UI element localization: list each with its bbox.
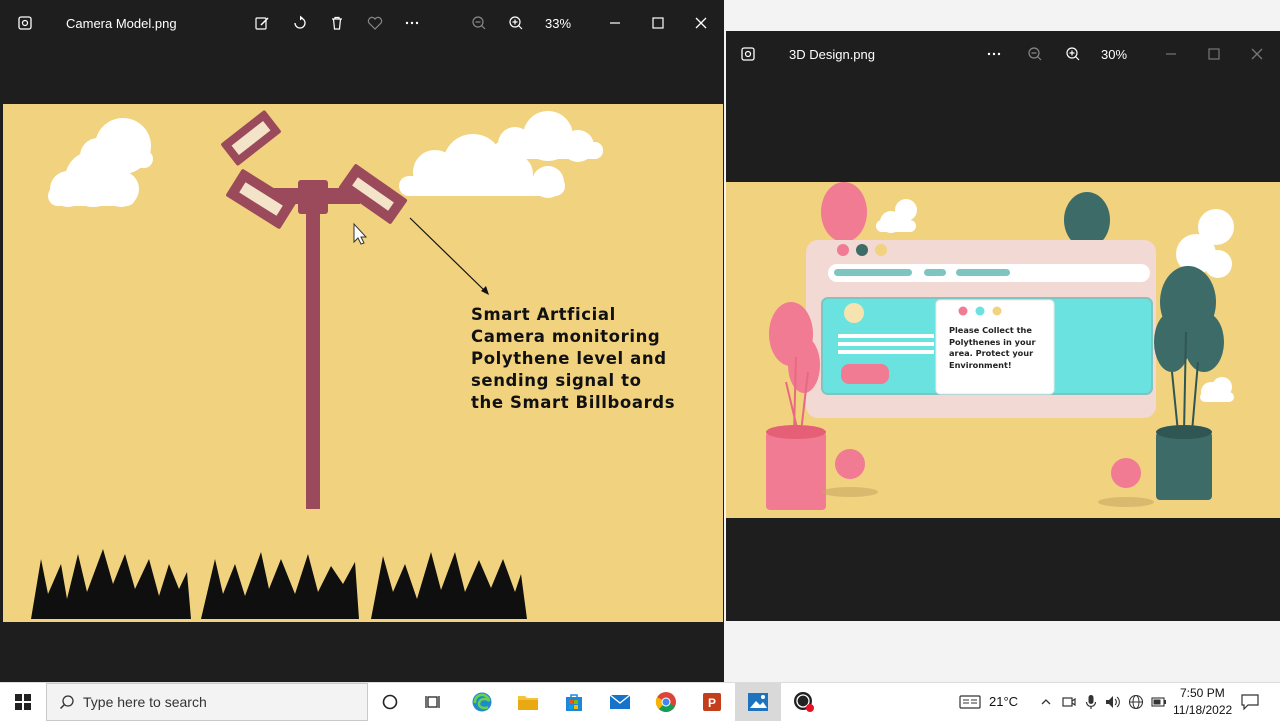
zoom-in-icon[interactable]: [501, 8, 531, 38]
chrome-icon[interactable]: [643, 683, 689, 721]
task-view-icon[interactable]: [411, 683, 457, 721]
caption-line: Smart Artficial: [471, 305, 616, 324]
taskbar: Type here to search P 21°C 7:50 PM 11/18…: [0, 682, 1280, 721]
photos-app-icon: [733, 39, 763, 69]
start-windows-icon[interactable]: [0, 683, 46, 721]
microphone-icon[interactable]: [1080, 683, 1102, 721]
maximize-icon[interactable]: [1199, 39, 1229, 69]
photos-app-icon: [10, 8, 40, 38]
photos-taskbar-icon[interactable]: [735, 683, 781, 721]
file-explorer-icon[interactable]: [505, 683, 551, 721]
title-bar: 3D Design.png 30%: [726, 31, 1280, 77]
search-box[interactable]: Type here to search: [46, 683, 368, 721]
meet-now-icon[interactable]: [1058, 683, 1080, 721]
cortana-icon[interactable]: [367, 683, 413, 721]
battery-icon[interactable]: [1148, 683, 1170, 721]
popup-line: Environment!: [949, 359, 1012, 370]
photos-window-3d-design: 3D Design.png 30% Please Collect the Pol…: [726, 31, 1280, 621]
minimize-icon[interactable]: [600, 8, 630, 38]
rotate-icon[interactable]: [285, 8, 315, 38]
zoom-in-icon[interactable]: [1058, 39, 1088, 69]
microsoft-store-icon[interactable]: [551, 683, 597, 721]
image-caption: Smart Artficial Camera monitoring Polyth…: [471, 304, 711, 414]
weather-temp[interactable]: 21°C: [989, 694, 1018, 709]
zoom-level: 33%: [545, 16, 572, 31]
search-icon: [59, 695, 74, 710]
popup-message: Please Collect the Polythenes in your ar…: [949, 325, 1049, 371]
zoom-level: 30%: [1101, 47, 1128, 62]
volume-icon[interactable]: [1102, 683, 1124, 721]
maximize-icon[interactable]: [643, 8, 673, 38]
title-bar: Camera Model.png 33%: [0, 0, 724, 46]
photos-window-camera: Camera Model.png 33% Smart Artficial Cam…: [0, 0, 724, 682]
popup-line: Please Collect the: [949, 325, 1032, 335]
obs-recorder-icon[interactable]: [781, 683, 827, 721]
clock-time[interactable]: 7:50 PM: [1180, 686, 1225, 700]
edge-browser-icon[interactable]: [459, 683, 505, 721]
caption-line: sending signal to: [471, 371, 642, 390]
close-icon[interactable]: [1242, 39, 1272, 69]
search-placeholder: Type here to search: [83, 694, 207, 710]
window-title: 3D Design.png: [789, 47, 875, 62]
notification-icon[interactable]: [1234, 683, 1266, 721]
zoom-out-icon[interactable]: [464, 8, 494, 38]
minimize-icon[interactable]: [1156, 39, 1186, 69]
caption-line: Camera monitoring: [471, 327, 661, 346]
popup-line: area. Protect your: [949, 348, 1034, 358]
powerpoint-icon[interactable]: P: [689, 683, 735, 721]
window-title: Camera Model.png: [66, 16, 177, 31]
caption-line: Polythene level and: [471, 349, 667, 368]
delete-icon[interactable]: [322, 8, 352, 38]
edit-icon[interactable]: [247, 8, 277, 38]
chevron-up-icon[interactable]: [1034, 683, 1058, 721]
zoom-out-icon[interactable]: [1020, 39, 1050, 69]
close-icon[interactable]: [686, 8, 716, 38]
svg-text:P: P: [708, 696, 716, 710]
more-options-icon[interactable]: [397, 8, 427, 38]
clock-date[interactable]: 11/18/2022: [1173, 703, 1232, 717]
network-globe-icon[interactable]: [1125, 683, 1147, 721]
favorite-heart-icon[interactable]: [360, 8, 390, 38]
mail-icon[interactable]: [597, 683, 643, 721]
caption-line: the Smart Billboards: [471, 393, 676, 412]
weather-icon[interactable]: [950, 683, 990, 721]
more-options-icon[interactable]: [979, 39, 1009, 69]
popup-line: Polythenes in your: [949, 336, 1036, 347]
